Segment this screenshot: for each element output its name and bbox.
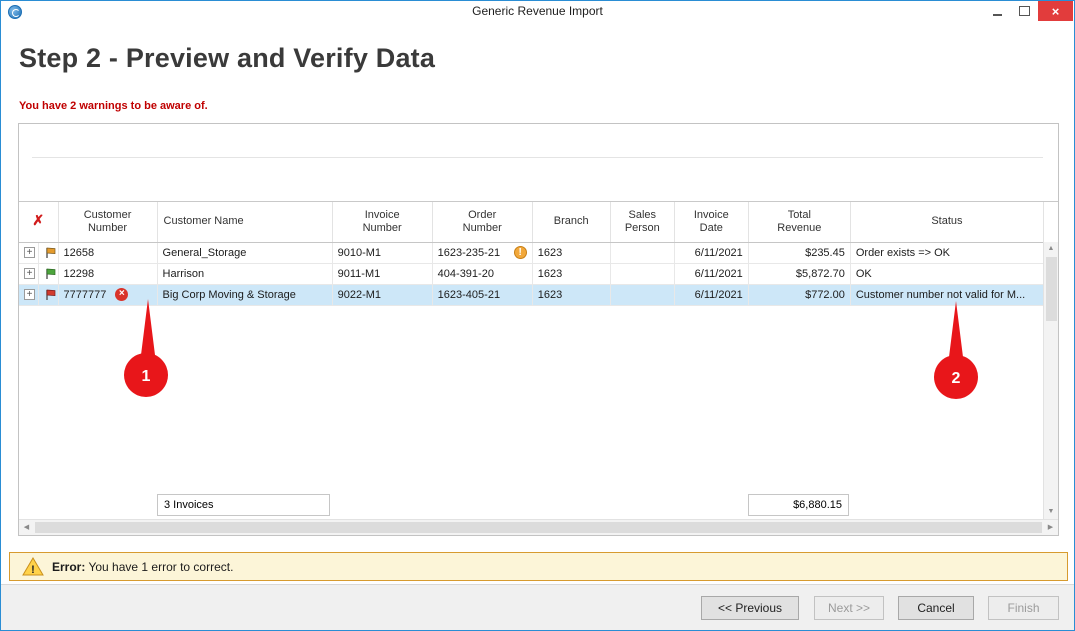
- cell-total-revenue: $235.45: [748, 242, 850, 263]
- cell-sales-person: [610, 263, 674, 284]
- horizontal-scrollbar[interactable]: ◀ ▶: [19, 519, 1058, 535]
- button-bar: << Previous Next >> Cancel Finish: [1, 584, 1074, 630]
- cell-invoice-date: 6/11/2021: [674, 242, 748, 263]
- cell-invoice-date: 6/11/2021: [674, 284, 748, 305]
- total-revenue-summary: $6,880.15: [748, 494, 849, 516]
- cell-order-number: 1623-405-21: [432, 284, 532, 305]
- window-title: Generic Revenue Import: [1, 4, 1074, 18]
- cell-customer-name: Harrison: [157, 263, 332, 284]
- table-row[interactable]: + 12658 General_Storage 9010-M1 1623-235…: [19, 242, 1044, 263]
- next-button[interactable]: Next >>: [814, 596, 884, 620]
- expand-row-icon[interactable]: +: [24, 268, 35, 279]
- error-label: Error:: [52, 560, 85, 574]
- warning-message: You have 2 warnings to be aware of.: [19, 100, 208, 112]
- preview-grid: ✗ Customer Number Customer Name Invoice …: [18, 123, 1059, 536]
- title-bar: Generic Revenue Import ×: [1, 1, 1074, 23]
- cell-sales-person: [610, 242, 674, 263]
- error-bar: ! Error: You have 1 error to correct.: [9, 552, 1068, 581]
- column-header-invoice-number[interactable]: Invoice Number: [332, 202, 432, 242]
- finish-button[interactable]: Finish: [988, 596, 1059, 620]
- column-header-total-revenue[interactable]: Total Revenue: [748, 202, 850, 242]
- minimize-button[interactable]: [984, 1, 1011, 21]
- maximize-button[interactable]: [1011, 1, 1038, 21]
- svg-text:!: !: [31, 564, 35, 576]
- group-panel-divider: [32, 157, 1043, 158]
- column-header-error[interactable]: ✗: [19, 202, 58, 242]
- scroll-down-icon[interactable]: ▼: [1044, 505, 1058, 519]
- cell-branch: 1623: [532, 284, 610, 305]
- cell-order-number: 404-391-20: [432, 263, 532, 284]
- dialog-window: Generic Revenue Import × Step 2 - Previe…: [0, 0, 1075, 631]
- invoice-table: ✗ Customer Number Customer Name Invoice …: [19, 202, 1044, 306]
- scroll-right-icon[interactable]: ▶: [1043, 520, 1058, 535]
- group-by-panel: [19, 124, 1058, 202]
- cell-invoice-date: 6/11/2021: [674, 263, 748, 284]
- cell-status: Customer number not valid for M...: [850, 284, 1043, 305]
- cell-order-number: 1623-235-21!: [432, 242, 532, 263]
- error-message: You have 1 error to correct.: [88, 560, 233, 574]
- cell-total-revenue: $772.00: [748, 284, 850, 305]
- table-row[interactable]: + 7777777× Big Corp Moving & Storage 902…: [19, 284, 1044, 305]
- warning-triangle-icon: !: [22, 556, 44, 577]
- expand-row-icon[interactable]: +: [24, 247, 35, 258]
- cell-customer-number: 7777777×: [58, 284, 157, 305]
- green-flag-icon: [44, 267, 57, 280]
- red-flag-icon: [44, 288, 57, 301]
- column-header-customer-name[interactable]: Customer Name: [157, 202, 332, 242]
- column-header-sales-person[interactable]: Sales Person: [610, 202, 674, 242]
- column-header-order-number[interactable]: Order Number: [432, 202, 532, 242]
- cell-status: Order exists => OK: [850, 242, 1043, 263]
- column-header-customer-number[interactable]: Customer Number: [58, 202, 157, 242]
- cell-customer-name: General_Storage: [157, 242, 332, 263]
- expand-row-icon[interactable]: +: [24, 289, 35, 300]
- cell-sales-person: [610, 284, 674, 305]
- scroll-left-icon[interactable]: ◀: [19, 520, 34, 535]
- vertical-scrollbar[interactable]: ▲ ▼: [1043, 242, 1058, 519]
- orange-flag-icon: [44, 246, 57, 259]
- error-icon: ×: [115, 288, 128, 301]
- table-row[interactable]: + 12298 Harrison 9011-M1 404-391-20 1623…: [19, 263, 1044, 284]
- cell-invoice-number: 9010-M1: [332, 242, 432, 263]
- page-title: Step 2 - Preview and Verify Data: [19, 43, 435, 74]
- column-header-branch[interactable]: Branch: [532, 202, 610, 242]
- cell-branch: 1623: [532, 242, 610, 263]
- cell-branch: 1623: [532, 263, 610, 284]
- cell-total-revenue: $5,872.70: [748, 263, 850, 284]
- cell-invoice-number: 9022-M1: [332, 284, 432, 305]
- close-button[interactable]: ×: [1038, 1, 1073, 21]
- warning-icon: !: [514, 246, 527, 259]
- cell-customer-number: 12658: [58, 242, 157, 263]
- error-column-icon: ✗: [32, 212, 44, 228]
- invoice-count-summary: 3 Invoices: [157, 494, 330, 516]
- column-header-invoice-date[interactable]: Invoice Date: [674, 202, 748, 242]
- vertical-scroll-thumb[interactable]: [1046, 257, 1057, 321]
- previous-button[interactable]: << Previous: [701, 596, 799, 620]
- cell-customer-name: Big Corp Moving & Storage: [157, 284, 332, 305]
- cell-invoice-number: 9011-M1: [332, 263, 432, 284]
- cell-status: OK: [850, 263, 1043, 284]
- table-header-row: ✗ Customer Number Customer Name Invoice …: [19, 202, 1044, 242]
- scroll-up-icon[interactable]: ▲: [1044, 242, 1058, 256]
- cell-customer-number: 12298: [58, 263, 157, 284]
- column-header-status[interactable]: Status: [850, 202, 1043, 242]
- horizontal-scroll-thumb[interactable]: [35, 522, 1042, 533]
- cancel-button[interactable]: Cancel: [898, 596, 974, 620]
